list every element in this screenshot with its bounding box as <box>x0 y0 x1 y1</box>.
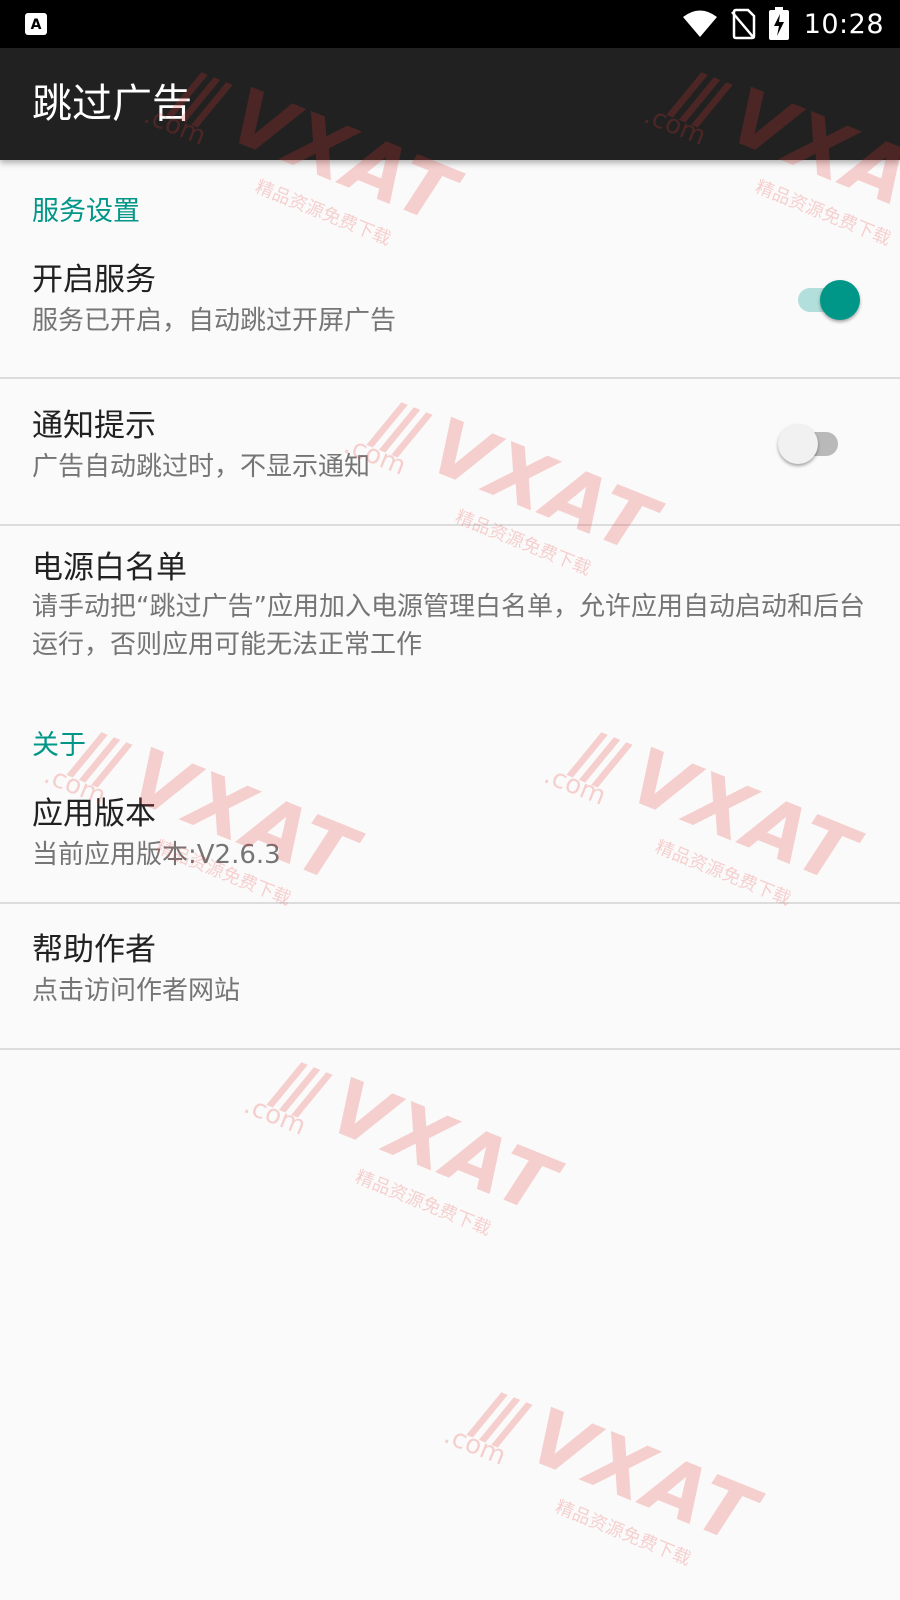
watermark: /// VXAT .com 精品资源免费下载 <box>239 1045 569 1240</box>
svg-text:A: A <box>31 17 42 33</box>
app-bar: 跳过广告 <box>0 48 900 160</box>
accessibility-a-icon: A <box>24 12 48 36</box>
watermark: /// VXAT .com 精品资源免费下载 <box>439 1375 769 1570</box>
switch-thumb <box>820 280 860 320</box>
pref-app-version[interactable]: 应用版本 当前应用版本:V2.6.3 <box>0 770 900 900</box>
divider <box>0 1048 900 1050</box>
pref-help-author[interactable]: 帮助作者 点击访问作者网站 <box>0 904 900 1046</box>
status-bar: A 10:28 <box>0 0 900 48</box>
pref-enable-service[interactable]: 开启服务 服务已开启，自动跳过开屏广告 <box>0 252 900 370</box>
pref-summary: 服务已开启，自动跳过开屏广告 <box>32 306 397 336</box>
section-header-about: 关于 <box>32 730 86 761</box>
wifi-icon <box>682 9 718 39</box>
battery-charging-icon <box>768 7 790 41</box>
notification-tip-switch[interactable] <box>778 422 846 466</box>
pref-title: 通知提示 <box>32 408 156 444</box>
status-icons: 10:28 <box>682 0 884 48</box>
pref-summary: 当前应用版本:V2.6.3 <box>32 840 281 870</box>
pref-title: 开启服务 <box>32 262 156 298</box>
divider <box>0 377 900 379</box>
switch-thumb <box>778 424 818 464</box>
page-title: 跳过广告 <box>32 81 192 127</box>
pref-title: 应用版本 <box>32 796 156 832</box>
pref-power-whitelist[interactable]: 电源白名单 请手动把“跳过广告”应用加入电源管理白名单，允许应用自动启动和后台运… <box>0 526 900 686</box>
pref-summary: 广告自动跳过时，不显示通知 <box>32 452 371 482</box>
pref-summary: 点击访问作者网站 <box>32 976 241 1006</box>
pref-summary: 请手动把“跳过广告”应用加入电源管理白名单，允许应用自动启动和后台运行，否则应用… <box>32 592 865 660</box>
status-time: 10:28 <box>803 8 884 40</box>
section-header-service-settings: 服务设置 <box>32 196 140 227</box>
pref-title: 电源白名单 <box>32 550 187 586</box>
no-sim-icon <box>730 8 756 40</box>
pref-title: 帮助作者 <box>32 932 156 968</box>
pref-notification-tip[interactable]: 通知提示 广告自动跳过时，不显示通知 <box>0 380 900 520</box>
screen: A 10:28 跳过广告 服务设置 开启服务 服务已开启，自动跳过开屏广告 通知… <box>0 0 900 1600</box>
enable-service-switch[interactable] <box>794 278 862 322</box>
